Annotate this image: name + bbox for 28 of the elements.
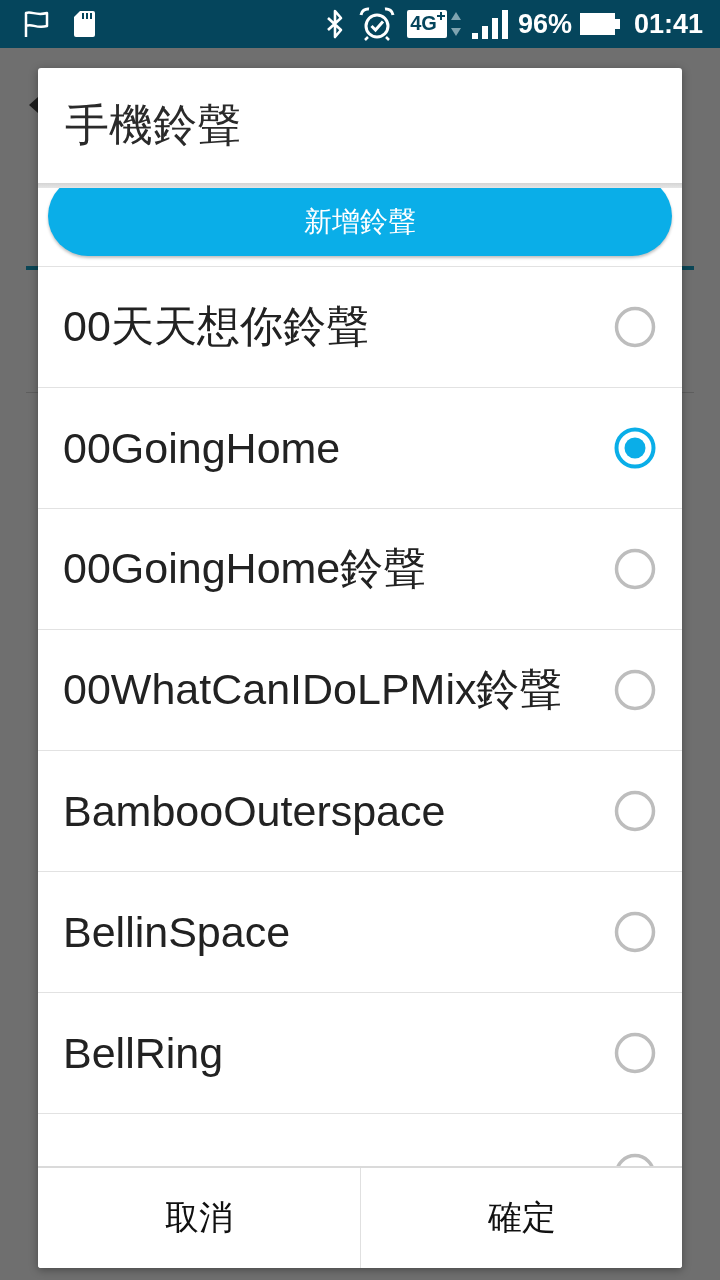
back-arrow-icon[interactable]: [29, 97, 38, 113]
plus-icon: [436, 12, 445, 20]
ringtone-name[interactable]: BellinSpace: [63, 907, 291, 957]
signal-icon: [471, 9, 508, 39]
data-arrows-icon: [449, 11, 462, 37]
dialog-button[interactable]: 確定: [360, 1168, 682, 1268]
dialog-button[interactable]: 取消: [38, 1168, 360, 1268]
radio-button[interactable]: [614, 911, 656, 953]
battery-percentage: 96%: [517, 8, 572, 40]
network-type-badge: 4G: [407, 10, 447, 38]
ringtone-name[interactable]: 00WhatCanIDoLPMix鈴聲: [63, 661, 563, 719]
radio-button[interactable]: [614, 1032, 656, 1074]
radio-button[interactable]: [614, 548, 656, 590]
flag-icon: [22, 10, 50, 38]
battery-icon: [579, 12, 620, 36]
radio-button[interactable]: [614, 427, 656, 469]
sd-card-icon: [72, 10, 96, 38]
radio-button[interactable]: [614, 669, 656, 711]
ringtone-name[interactable]: 00GoingHome鈴聲: [63, 540, 427, 598]
ringtone-name[interactable]: BambooOuterspace: [63, 786, 446, 836]
clock-time: 01:41: [633, 8, 703, 40]
dialog-title: 手機鈴聲: [64, 99, 242, 151]
radio-button[interactable]: [614, 790, 656, 832]
radio-button[interactable]: [614, 306, 656, 348]
ringtone-name[interactable]: 00GoingHome: [63, 423, 341, 473]
ringtone-name[interactable]: 00天天想你鈴聲: [63, 298, 369, 356]
ringtone-name[interactable]: BellRing: [63, 1028, 224, 1078]
alarm-clock-icon: [359, 7, 396, 41]
